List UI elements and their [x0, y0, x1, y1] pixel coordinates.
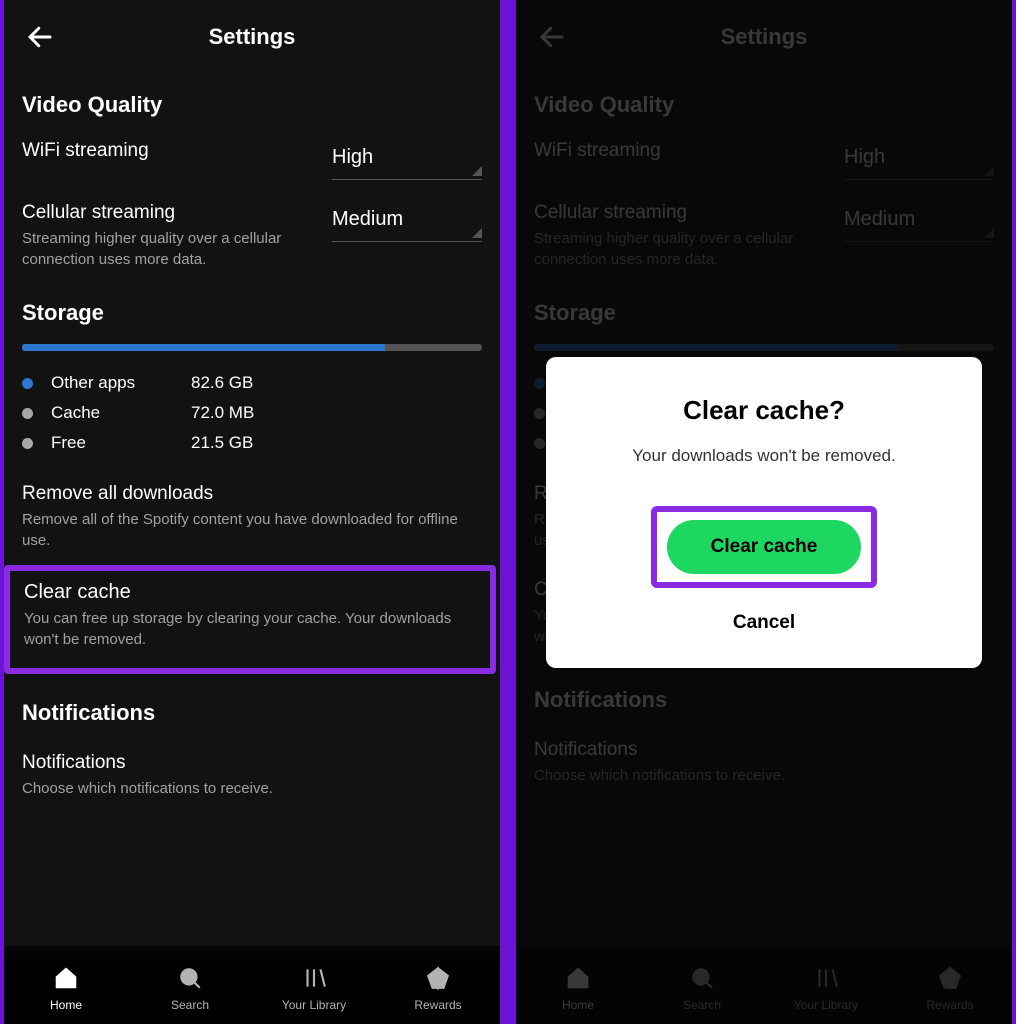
- storage-legend: Other apps 82.6 GB Cache 72.0 MB Free 21…: [22, 373, 482, 453]
- search-icon: [177, 965, 203, 994]
- legend-value: 72.0 MB: [191, 403, 254, 423]
- rewards-icon: [425, 965, 451, 994]
- nav-home[interactable]: Home: [26, 965, 106, 1012]
- clear-cache-sub: You can free up storage by clearing your…: [24, 608, 476, 650]
- dialog-overlay[interactable]: Clear cache? Your downloads won't be rem…: [516, 0, 1012, 1024]
- notifications-row[interactable]: Notifications Choose which notifications…: [22, 746, 482, 813]
- remove-downloads-sub: Remove all of the Spotify content you ha…: [22, 509, 482, 551]
- clear-cache-confirm-button[interactable]: Clear cache: [667, 520, 862, 574]
- legend-row: Cache 72.0 MB: [22, 403, 482, 423]
- remove-downloads-title: Remove all downloads: [22, 483, 482, 505]
- dialog-cancel-button[interactable]: Cancel: [572, 612, 956, 634]
- phone-left: Settings Video Quality WiFi streaming Hi…: [0, 0, 504, 1024]
- clear-cache-title: Clear cache: [24, 581, 476, 604]
- wifi-streaming-label: WiFi streaming: [22, 140, 312, 162]
- storage-bar-fill: [22, 344, 385, 351]
- wifi-streaming-select[interactable]: High: [332, 140, 482, 180]
- notifications-row-title: Notifications: [22, 752, 482, 774]
- legend-row: Other apps 82.6 GB: [22, 373, 482, 393]
- legend-row: Free 21.5 GB: [22, 433, 482, 453]
- cellular-streaming-row[interactable]: Cellular streaming Streaming higher qual…: [22, 202, 482, 270]
- cellular-streaming-select[interactable]: Medium: [332, 202, 482, 242]
- dialog-title: Clear cache?: [572, 395, 956, 426]
- legend-name: Other apps: [51, 373, 191, 393]
- nav-label: Your Library: [282, 998, 346, 1012]
- home-icon: [53, 965, 79, 994]
- dialog-message: Your downloads won't be removed.: [572, 446, 956, 466]
- library-icon: [301, 965, 327, 994]
- legend-dot-icon: [22, 408, 33, 419]
- nav-rewards[interactable]: Rewards: [398, 965, 478, 1012]
- arrow-left-icon: [25, 22, 55, 52]
- legend-dot-icon: [22, 438, 33, 449]
- page-title: Settings: [209, 24, 296, 50]
- storage-heading: Storage: [22, 300, 482, 326]
- settings-screen: Settings Video Quality WiFi streaming Hi…: [4, 0, 500, 1024]
- cellular-streaming-label: Cellular streaming: [22, 202, 312, 224]
- nav-your library[interactable]: Your Library: [274, 965, 354, 1012]
- remove-downloads[interactable]: Remove all downloads Remove all of the S…: [22, 477, 482, 565]
- cellular-streaming-sub: Streaming higher quality over a cellular…: [22, 228, 312, 270]
- notifications-row-sub: Choose which notifications to receive.: [22, 778, 482, 799]
- bottom-nav: Home Search Your Library Rewards: [4, 946, 500, 1024]
- video-quality-heading: Video Quality: [22, 92, 482, 118]
- legend-name: Free: [51, 433, 191, 453]
- nav-search[interactable]: Search: [150, 965, 230, 1012]
- legend-value: 21.5 GB: [191, 433, 253, 453]
- legend-name: Cache: [51, 403, 191, 423]
- legend-value: 82.6 GB: [191, 373, 253, 393]
- wifi-streaming-row[interactable]: WiFi streaming High: [22, 140, 482, 180]
- legend-dot-icon: [22, 378, 33, 389]
- notifications-heading: Notifications: [22, 700, 482, 726]
- nav-label: Rewards: [414, 998, 461, 1012]
- clear-cache[interactable]: Clear cache You can free up storage by c…: [4, 565, 496, 674]
- storage-bar: [22, 344, 482, 351]
- phone-right: Settings Video Quality WiFi streaming Hi…: [512, 0, 1016, 1024]
- nav-label: Search: [171, 998, 209, 1012]
- header: Settings: [22, 10, 482, 64]
- dialog-confirm-highlight: Clear cache: [651, 506, 878, 588]
- clear-cache-dialog: Clear cache? Your downloads won't be rem…: [546, 357, 982, 668]
- nav-label: Home: [50, 998, 82, 1012]
- back-button[interactable]: [22, 19, 58, 55]
